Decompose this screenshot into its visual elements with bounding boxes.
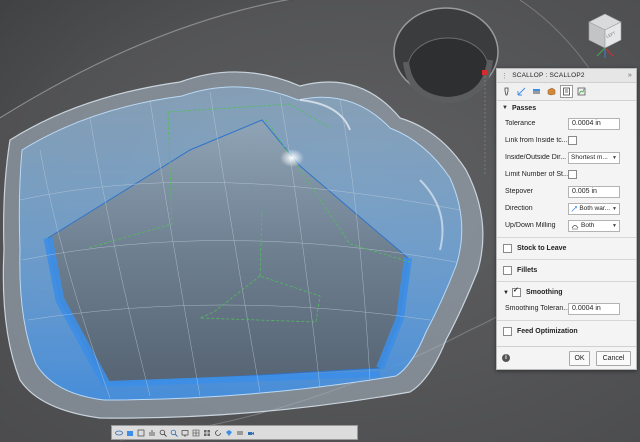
updown-row: Up/Down Milling Both ▼: [497, 217, 636, 234]
updown-icon: [571, 224, 579, 229]
smoothing-tolerance-input[interactable]: 0.0004 in: [568, 302, 620, 315]
passes-section[interactable]: ▼ Passes: [497, 101, 636, 115]
updown-label: Up/Down Milling: [505, 222, 556, 229]
tolerance-label: Tolerance: [505, 120, 536, 127]
fillets-checkbox[interactable]: [503, 266, 512, 275]
divider: [497, 320, 636, 321]
inside-outside-select[interactable]: Shortest m... ▼: [568, 151, 620, 164]
stock-to-leave-checkbox[interactable]: [503, 244, 512, 253]
look-at-icon[interactable]: [137, 428, 145, 437]
scallop-dialog: ⋮ SCALLOP : SCALLOP2 » ▼ Passes Tolerance…: [496, 68, 637, 370]
info-icon[interactable]: i: [502, 354, 510, 362]
collapse-triangle-icon[interactable]: ▼: [503, 290, 509, 296]
smoothing-tolerance-row: Smoothing Toleran... 0.0004 in: [497, 300, 636, 317]
dropdown-arrow-icon: ▼: [612, 222, 617, 229]
stepover-label: Stepover: [505, 188, 534, 195]
smoothing-group[interactable]: ▼Smoothing: [497, 285, 636, 300]
origin-marker: [482, 70, 487, 75]
feed-optimization-group[interactable]: Feed Optimization: [497, 324, 636, 339]
hand-icon[interactable]: [148, 428, 156, 437]
grid-icon[interactable]: [192, 428, 200, 437]
dialog-titlebar[interactable]: ⋮ SCALLOP : SCALLOP2 »: [497, 69, 636, 83]
stock-tab-icon[interactable]: [545, 85, 558, 98]
inside-outside-label: Inside/Outside Dir...: [505, 154, 567, 161]
smoothing-checkbox[interactable]: [511, 286, 521, 297]
dialog-footer: i OK Cancel: [497, 346, 636, 369]
tool-tab-icon[interactable]: [500, 85, 513, 98]
expand-icon[interactable]: »: [628, 72, 632, 79]
smoothing-tolerance-label: Smoothing Toleran...: [505, 305, 570, 312]
direction-label: Direction: [505, 205, 533, 212]
link-inside-label: Link from Inside tc...: [505, 137, 568, 144]
dropdown-arrow-icon: ▼: [612, 205, 617, 212]
effects-icon[interactable]: [236, 428, 244, 437]
geometry-tab-icon[interactable]: [515, 85, 528, 98]
grip-icon[interactable]: ⋮: [501, 72, 508, 80]
limit-number-label: Limit Number of St...: [505, 171, 569, 178]
heights-tab-icon[interactable]: [530, 85, 543, 98]
camera-icon[interactable]: [247, 428, 255, 437]
passes-tab-icon[interactable]: [560, 85, 573, 98]
specular-highlight: [280, 149, 304, 167]
dropdown-arrow-icon: ▼: [612, 154, 617, 161]
link-inside-row: Link from Inside tc...: [497, 132, 636, 149]
ok-button[interactable]: OK: [569, 350, 590, 366]
inside-outside-row: Inside/Outside Dir... Shortest m... ▼: [497, 149, 636, 166]
viewports-icon[interactable]: [203, 428, 211, 437]
viewcube[interactable]: LEFT: [583, 12, 627, 64]
tolerance-row: Tolerance 0.0004 in: [497, 115, 636, 132]
axis-z: [596, 47, 606, 57]
cancel-button[interactable]: Cancel: [596, 350, 631, 366]
divider: [497, 237, 636, 238]
limit-number-checkbox[interactable]: [568, 170, 577, 179]
zoom-window-icon[interactable]: [170, 428, 178, 437]
rotate-icon[interactable]: [214, 428, 222, 437]
link-inside-checkbox[interactable]: [568, 136, 577, 145]
direction-row: Direction Both war... ▼: [497, 200, 636, 217]
visual-style-icon[interactable]: [225, 428, 233, 437]
tolerance-input[interactable]: 0.0004 in: [568, 117, 620, 130]
feed-optimization-checkbox[interactable]: [503, 327, 512, 336]
zoom-icon[interactable]: [159, 428, 167, 437]
linking-tab-icon[interactable]: [575, 85, 588, 98]
navigation-toolbar: [111, 425, 358, 440]
divider: [497, 281, 636, 282]
updown-select[interactable]: Both ▼: [568, 219, 620, 232]
stepover-row: Stepover 0.005 in: [497, 183, 636, 200]
display-settings-icon[interactable]: [181, 428, 189, 437]
axis-y: [604, 47, 614, 57]
limit-number-row: Limit Number of St...: [497, 166, 636, 183]
stepover-input[interactable]: 0.005 in: [568, 185, 620, 198]
stock-to-leave-group[interactable]: Stock to Leave: [497, 241, 636, 256]
pan-hand-icon[interactable]: [126, 428, 134, 437]
direction-select[interactable]: Both war... ▼: [568, 202, 620, 215]
direction-icon: [571, 205, 577, 212]
fillets-group[interactable]: Fillets: [497, 263, 636, 278]
divider: [497, 259, 636, 260]
dialog-title: SCALLOP : SCALLOP2: [512, 72, 585, 79]
dialog-tabs: [497, 83, 636, 101]
orbit-icon[interactable]: [115, 428, 123, 437]
collapse-triangle-icon[interactable]: ▼: [502, 105, 508, 111]
